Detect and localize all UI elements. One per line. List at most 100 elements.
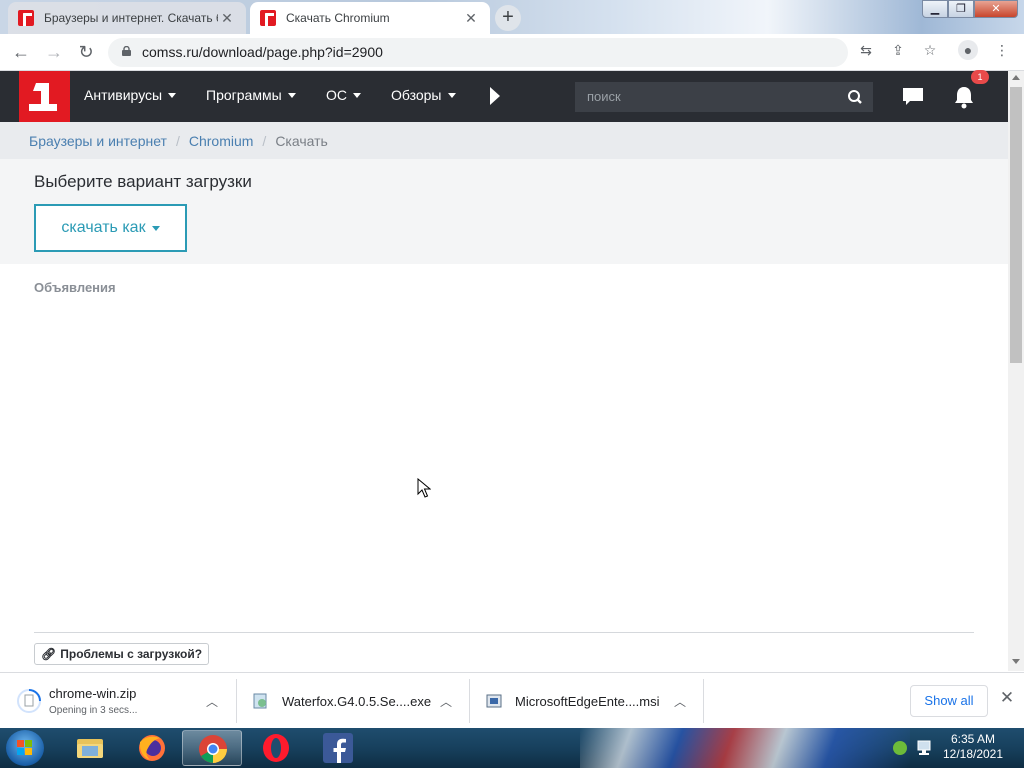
reload-icon[interactable]: ↻: [74, 40, 98, 64]
profile-avatar-icon[interactable]: ●: [958, 40, 978, 60]
download-separator: [236, 679, 237, 723]
menu-label: Антивирусы: [84, 87, 163, 103]
taskbar-firefox[interactable]: [122, 730, 182, 766]
more-menu-arrow-icon[interactable]: [490, 87, 500, 105]
download-item[interactable]: chrome-win.zip Opening in 3 secs...: [16, 679, 226, 723]
minimize-window-button[interactable]: ▁: [922, 0, 948, 18]
back-icon[interactable]: ←: [9, 40, 33, 64]
download-separator: [703, 679, 704, 723]
tab-browsers[interactable]: Браузеры и интернет. Скачать б ✕: [8, 2, 246, 34]
comss-favicon-icon: [18, 10, 34, 26]
bookmark-star-icon[interactable]: ☆: [920, 40, 940, 60]
page-scrollbar[interactable]: [1008, 71, 1024, 671]
taskbar-facebook[interactable]: [308, 730, 368, 766]
close-tab-icon[interactable]: ✕: [462, 9, 480, 27]
site-logo[interactable]: [19, 71, 70, 122]
breadcrumb: Браузеры и интернет / Chromium / Скачать: [0, 122, 1008, 159]
menu-antivirus[interactable]: Антивирусы: [84, 87, 177, 103]
breadcrumb-separator: /: [175, 132, 180, 149]
download-as-label: скачать как: [61, 219, 146, 236]
network-tray-icon[interactable]: [915, 740, 933, 756]
scroll-down-arrow-icon[interactable]: [1012, 659, 1020, 664]
download-item[interactable]: MicrosoftEdgeEnte....msi: [486, 679, 686, 723]
tab-chromium[interactable]: Скачать Chromium ✕: [250, 2, 490, 34]
breadcrumb-link-chromium[interactable]: Chromium: [189, 133, 254, 149]
site-search-input[interactable]: поиск: [575, 82, 837, 112]
opera-icon: [263, 734, 289, 762]
search-icon: [848, 90, 862, 104]
notification-badge: 1: [971, 70, 989, 84]
taskbar-explorer[interactable]: [60, 730, 120, 766]
page-title: Выберите вариант загрузки: [34, 172, 252, 191]
folder-icon: [77, 739, 103, 758]
caret-down-icon: [168, 92, 177, 98]
url-text[interactable]: comss.ru/download/page.php?id=2900: [142, 44, 383, 60]
chevron-up-icon[interactable]: ︿: [206, 693, 218, 709]
windows-taskbar: 6:35 AM 12/18/2021: [0, 728, 1024, 768]
msi-package-icon: [486, 694, 502, 708]
download-filename: chrome-win.zip: [49, 686, 137, 701]
caret-down-icon: [151, 225, 160, 231]
breadcrumb-separator: /: [262, 132, 267, 149]
comss-favicon-icon: [260, 10, 276, 26]
tab-strip: Браузеры и интернет. Скачать б ✕ Скачать…: [0, 0, 1024, 34]
facebook-icon: [323, 733, 353, 763]
chevron-up-icon[interactable]: ︿: [674, 693, 686, 709]
downloads-bar: chrome-win.zip Opening in 3 secs... ︿ Wa…: [0, 672, 1024, 728]
download-status: Opening in 3 secs...: [49, 705, 138, 716]
logo-one-icon: [29, 83, 57, 111]
show-all-downloads-button[interactable]: Show all: [910, 685, 988, 717]
download-as-dropdown[interactable]: скачать как: [34, 204, 187, 252]
caret-down-icon: [447, 92, 456, 98]
menu-label: Программы: [206, 87, 282, 103]
taskbar-chrome[interactable]: [182, 730, 242, 766]
close-downloads-bar-icon[interactable]: ✕: [998, 689, 1016, 707]
maximize-window-button[interactable]: ❐: [948, 0, 974, 18]
divider: [34, 632, 974, 633]
download-problems-link[interactable]: 🔗︎ Проблемы с загрузкой?: [34, 643, 210, 665]
share-icon[interactable]: ⇪: [888, 40, 908, 60]
download-item[interactable]: Waterfox.G4.0.5.Se....exe: [252, 679, 452, 723]
clock-time: 6:35 AM: [950, 732, 996, 746]
system-clock[interactable]: 6:35 AM 12/18/2021: [938, 732, 1008, 762]
link-icon: 🔗︎: [41, 647, 57, 661]
site-search-button[interactable]: [837, 82, 873, 112]
translate-icon[interactable]: ⇆: [856, 40, 876, 60]
chat-icon[interactable]: [902, 87, 924, 107]
menu-label: ОС: [326, 87, 347, 103]
breadcrumb-link-browsers[interactable]: Браузеры и интернет: [29, 133, 167, 149]
forward-icon[interactable]: →: [42, 40, 66, 64]
installer-file-icon: [253, 693, 267, 709]
chrome-icon: [199, 735, 227, 763]
start-button[interactable]: [6, 730, 44, 766]
download-filename: MicrosoftEdgeEnte....msi: [515, 693, 660, 709]
chevron-up-icon[interactable]: ︿: [440, 693, 452, 709]
close-window-button[interactable]: ✕: [974, 0, 1018, 18]
download-separator: [469, 679, 470, 723]
menu-label: Обзоры: [391, 87, 442, 103]
windows-logo-icon: [17, 740, 32, 755]
utorrent-tray-icon[interactable]: [893, 741, 907, 755]
lock-icon: [122, 46, 131, 56]
menu-programs[interactable]: Программы: [206, 87, 296, 103]
menu-kebab-icon[interactable]: ⋮: [992, 40, 1012, 60]
address-bar[interactable]: comss.ru/download/page.php?id=2900: [108, 38, 848, 67]
tab-title: Скачать Chromium: [286, 11, 390, 25]
tab-title: Браузеры и интернет. Скачать б: [44, 11, 218, 25]
bell-icon[interactable]: [953, 85, 975, 109]
taskbar-opera[interactable]: [246, 730, 306, 766]
breadcrumb-current: Скачать: [275, 132, 328, 149]
scroll-up-arrow-icon[interactable]: [1012, 75, 1020, 80]
ads-heading: Объявления: [34, 280, 116, 295]
download-filename: Waterfox.G4.0.5.Se....exe: [282, 693, 432, 709]
new-tab-button[interactable]: +: [495, 5, 521, 31]
menu-os[interactable]: ОС: [326, 87, 361, 103]
clock-date: 12/18/2021: [942, 747, 1004, 761]
close-tab-icon[interactable]: ✕: [218, 9, 236, 27]
caret-down-icon: [287, 92, 296, 98]
caret-down-icon: [353, 92, 361, 98]
file-spinner-icon: [17, 689, 41, 713]
firefox-icon: [139, 735, 165, 761]
menu-reviews[interactable]: Обзоры: [391, 87, 456, 103]
scrollbar-thumb[interactable]: [1010, 87, 1022, 363]
